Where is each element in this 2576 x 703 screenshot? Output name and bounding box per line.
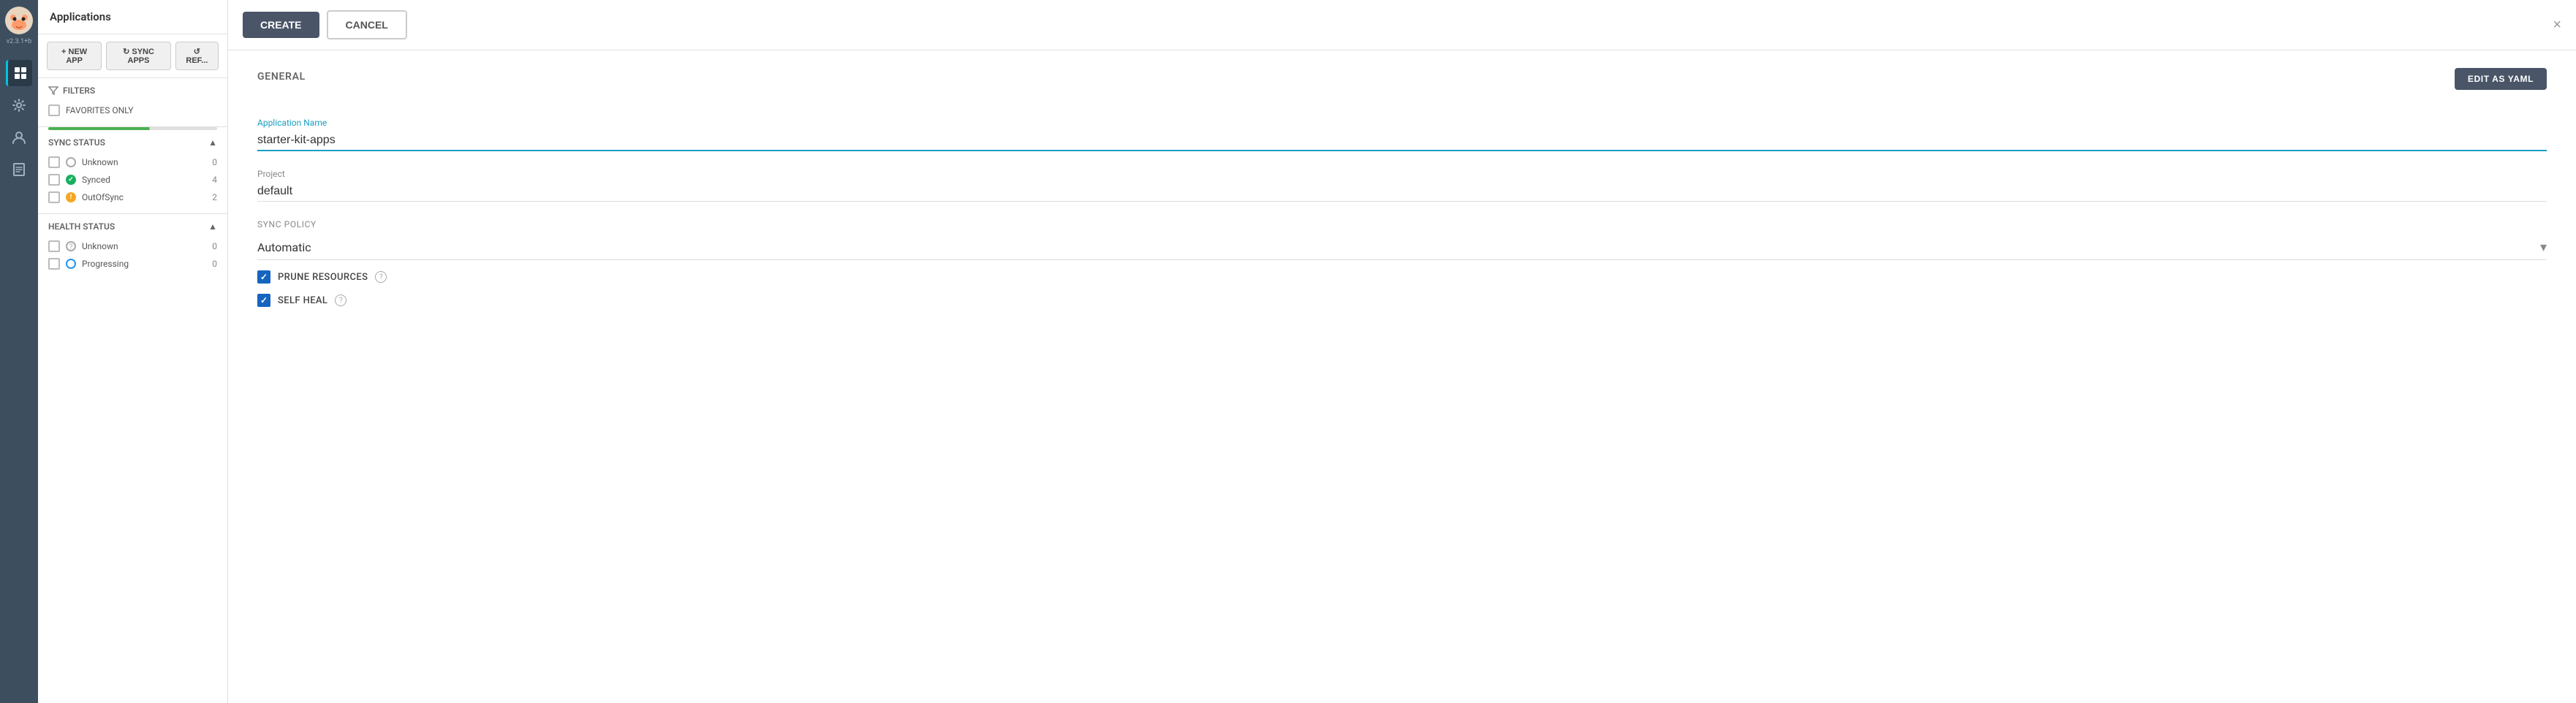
sync-policy-section: SYNC POLICY Automatic ▾ PRUNE RESOURCES …: [257, 219, 2547, 307]
synced-count: 4: [212, 175, 217, 185]
unknown-count: 0: [212, 157, 217, 167]
edit-yaml-button[interactable]: EDIT AS YAML: [2455, 68, 2547, 90]
create-button[interactable]: CREATE: [243, 12, 319, 38]
progressing-dot: [66, 259, 76, 269]
progressing-label: Progressing: [82, 259, 206, 269]
health-status-title: HEALTH STATUS ▲: [48, 221, 217, 232]
health-unknown-dot: ?: [66, 241, 76, 251]
health-progressing-row: Progressing 0: [48, 255, 217, 273]
synced-label: Synced: [82, 175, 206, 185]
app-name-field: Application Name: [257, 118, 2547, 151]
general-section-title: GENERAL: [257, 71, 306, 83]
synced-dot: ✓: [66, 175, 76, 185]
unknown-dot: [66, 157, 76, 167]
nav-icon-docs[interactable]: [6, 156, 32, 183]
sync-policy-label: SYNC POLICY: [257, 219, 2547, 229]
project-label: Project: [257, 169, 2547, 179]
modal-content: GENERAL EDIT AS YAML Application Name Pr…: [228, 50, 2576, 703]
health-unknown-checkbox[interactable]: [48, 240, 60, 252]
status-synced-row: ✓ Synced 4: [48, 171, 217, 189]
app-name-input[interactable]: [257, 131, 2547, 151]
app-name-label: Application Name: [257, 118, 2547, 128]
logo: [4, 6, 34, 35]
favorites-filter-row: FAVORITES ONLY: [48, 102, 217, 119]
self-heal-label: SELF HEAL: [278, 295, 327, 306]
sync-status-title: SYNC STATUS ▲: [48, 137, 217, 148]
unknown-label: Unknown: [82, 157, 206, 167]
outofsync-count: 2: [212, 192, 217, 202]
filters-section: FILTERS FAVORITES ONLY: [38, 78, 227, 127]
outofsync-checkbox[interactable]: [48, 191, 60, 203]
project-input[interactable]: [257, 182, 2547, 202]
sync-policy-value: Automatic: [257, 240, 311, 254]
health-unknown-row: ? Unknown 0: [48, 238, 217, 255]
outofsync-dot: !: [66, 192, 76, 202]
prune-resources-label: PRUNE RESOURCES: [278, 272, 368, 283]
refresh-button[interactable]: ↺ REF...: [175, 42, 219, 70]
filters-title: FILTERS: [48, 86, 217, 96]
sidebar: Applications + NEW APP ↻ SYNC APPS ↺ REF…: [38, 0, 228, 703]
nav-icon-apps[interactable]: [6, 60, 32, 86]
new-app-button[interactable]: + NEW APP: [47, 42, 102, 70]
sync-status-section: SYNC STATUS ▲ Unknown 0 ✓ Synced 4 ! Out…: [38, 130, 227, 213]
project-field: Project: [257, 169, 2547, 202]
progressing-count: 0: [212, 259, 217, 269]
health-progressing-checkbox[interactable]: [48, 258, 60, 270]
nav-version: v2.3.1+b: [7, 38, 31, 45]
sync-policy-dropdown[interactable]: Automatic ▾: [257, 235, 2547, 260]
sync-apps-button[interactable]: ↻ SYNC APPS: [106, 42, 171, 70]
status-unknown-row: Unknown 0: [48, 153, 217, 171]
synced-checkbox[interactable]: [48, 174, 60, 186]
health-status-section: HEALTH STATUS ▲ ? Unknown 0 Progressing …: [38, 213, 227, 280]
status-outofsync-row: ! OutOfSync 2: [48, 189, 217, 206]
prune-resources-row: PRUNE RESOURCES ?: [257, 270, 2547, 284]
favorites-checkbox[interactable]: [48, 104, 60, 116]
nav-icon-settings[interactable]: [6, 92, 32, 118]
self-heal-info-icon[interactable]: ?: [335, 294, 346, 306]
modal-overlay: CREATE CANCEL × GENERAL EDIT AS YAML App…: [228, 0, 2576, 703]
self-heal-checkbox[interactable]: [257, 294, 270, 307]
sidebar-actions: + NEW APP ↻ SYNC APPS ↺ REF...: [38, 34, 227, 78]
chevron-down-icon: ▾: [2540, 240, 2547, 255]
self-heal-row: SELF HEAL ?: [257, 294, 2547, 307]
modal-topbar: CREATE CANCEL ×: [228, 0, 2576, 50]
nav-rail: v2.3.1+b: [0, 0, 38, 703]
unknown-checkbox[interactable]: [48, 156, 60, 168]
nav-icon-user[interactable]: [6, 124, 32, 151]
favorites-label: FAVORITES ONLY: [66, 105, 133, 115]
sidebar-title: Applications: [38, 0, 227, 34]
close-button[interactable]: ×: [2553, 18, 2561, 32]
cancel-button[interactable]: CANCEL: [327, 10, 407, 39]
prune-resources-checkbox[interactable]: [257, 270, 270, 284]
main-area: HELM Pro... CREATE CANCEL × GENERAL EDIT…: [228, 0, 2576, 703]
prune-resources-info-icon[interactable]: ?: [375, 271, 387, 283]
filter-icon: [48, 86, 58, 96]
outofsync-label: OutOfSync: [82, 192, 206, 202]
health-unknown-count: 0: [212, 241, 217, 251]
health-unknown-label: Unknown: [82, 241, 206, 251]
